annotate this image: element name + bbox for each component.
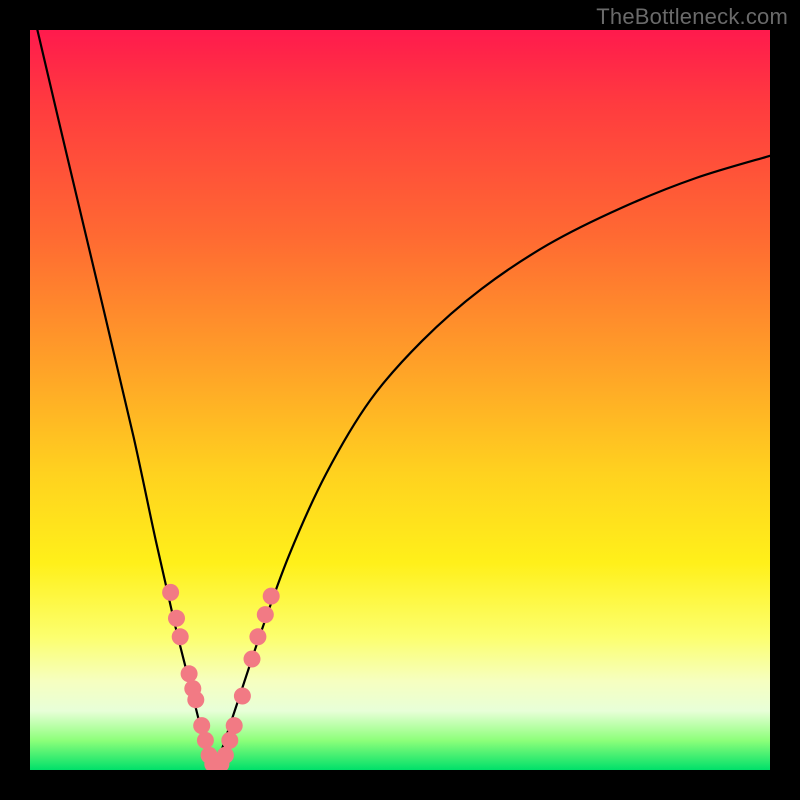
- highlight-dot: [162, 584, 179, 601]
- highlight-dot: [181, 665, 198, 682]
- highlight-dot: [217, 747, 234, 764]
- highlight-dot: [168, 610, 185, 627]
- highlight-dot: [263, 588, 280, 605]
- chart-svg: [30, 30, 770, 770]
- highlight-dot: [221, 732, 238, 749]
- curve-left-branch: [37, 30, 215, 770]
- highlight-dot: [234, 688, 251, 705]
- curve-right-branch: [215, 156, 770, 770]
- plot-area: [30, 30, 770, 770]
- watermark-text: TheBottleneck.com: [596, 4, 788, 30]
- highlight-dot: [197, 732, 214, 749]
- highlight-dot: [226, 717, 243, 734]
- highlight-dot: [257, 606, 274, 623]
- highlight-dot: [187, 691, 204, 708]
- chart-frame: TheBottleneck.com: [0, 0, 800, 800]
- highlight-dot: [172, 628, 189, 645]
- highlight-dot: [193, 717, 210, 734]
- highlight-dot: [249, 628, 266, 645]
- highlight-dot: [244, 651, 261, 668]
